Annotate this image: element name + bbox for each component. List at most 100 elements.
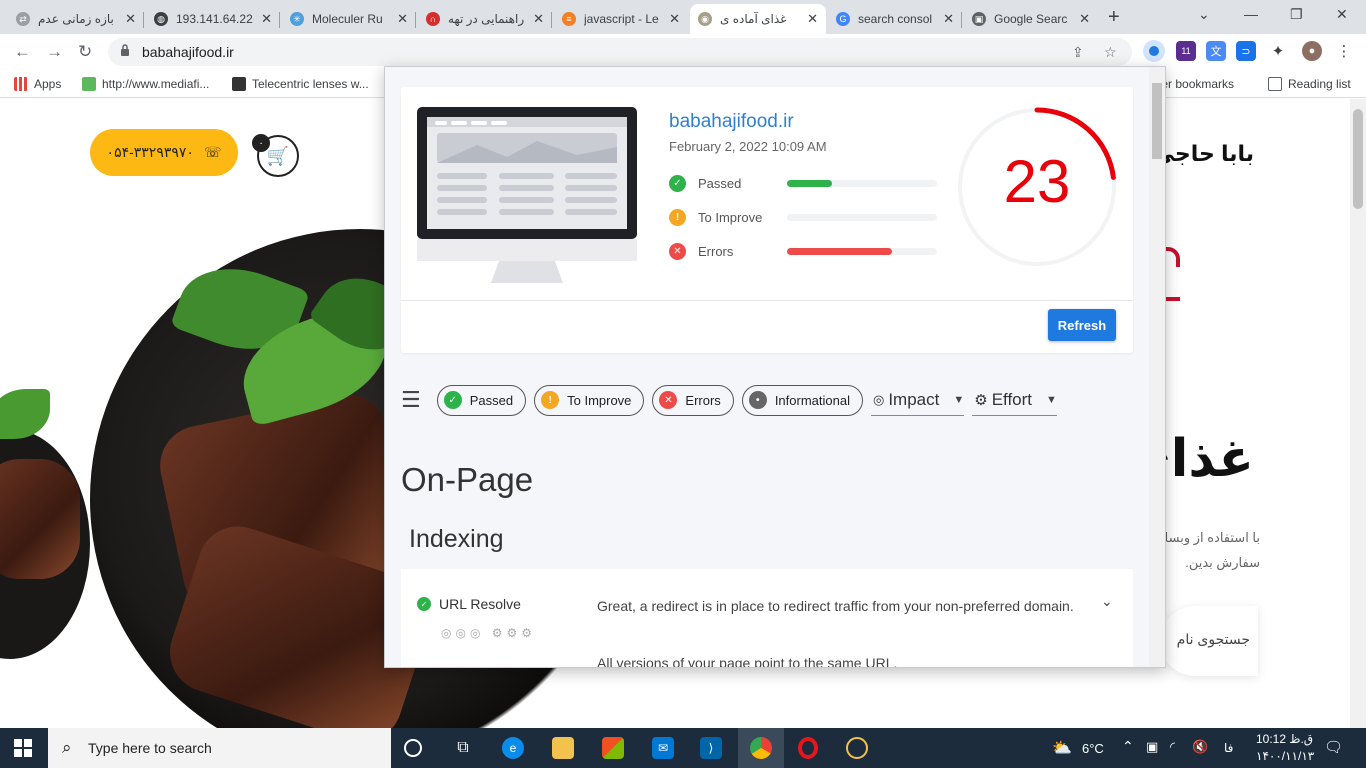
- close-tab-icon[interactable]: ✕: [669, 11, 680, 27]
- vpn-icon[interactable]: ⊃: [1236, 41, 1256, 61]
- impact-dropdown[interactable]: ◎ Impact ▼: [870, 385, 965, 416]
- page-scrollbar[interactable]: [1350, 99, 1366, 728]
- address-bar[interactable]: babahajifood.ir ⇪ ☆: [108, 38, 1132, 66]
- vscode-icon[interactable]: ⟩: [700, 737, 722, 759]
- bookmark-label: Telecentric lenses w...: [252, 77, 369, 91]
- popup-scrollbar[interactable]: [1149, 67, 1165, 667]
- forward-icon[interactable]: →: [46, 42, 63, 62]
- moleculer-icon: ✳: [290, 12, 304, 26]
- file-explorer-icon[interactable]: [552, 737, 574, 759]
- close-tab-icon[interactable]: ✕: [807, 11, 818, 27]
- chip-label: Errors: [685, 392, 721, 408]
- app-icon[interactable]: [846, 737, 868, 759]
- reading-list[interactable]: Reading list: [1268, 77, 1351, 91]
- weather-temp[interactable]: 6°C: [1082, 741, 1104, 756]
- close-tab-icon[interactable]: ✕: [1079, 11, 1090, 27]
- browser-tab[interactable]: ≡ javascript - Le ✕: [554, 4, 688, 34]
- warning-icon: !: [541, 391, 560, 409]
- volume-muted-icon[interactable]: 🔇: [1192, 739, 1208, 755]
- check-icon: ✓: [417, 597, 431, 611]
- chevron-down-icon[interactable]: ⌄: [1101, 593, 1113, 610]
- wifi-icon[interactable]: ◜: [1170, 739, 1175, 755]
- close-tab-icon[interactable]: ✕: [397, 11, 408, 27]
- browser-tab[interactable]: ✳ Moleculer Ru ✕: [282, 4, 416, 34]
- reading-list-label: Reading list: [1288, 77, 1351, 91]
- clock-date[interactable]: ۱۴۰۰/۱۱/۱۳: [1256, 749, 1314, 763]
- filter-icon[interactable]: ☰: [401, 387, 421, 413]
- extension-badge: 11: [1181, 46, 1191, 56]
- language-indicator[interactable]: فا: [1224, 741, 1233, 755]
- popup-scrollbar-thumb[interactable]: [1152, 83, 1162, 159]
- bookmark-apps[interactable]: Apps: [14, 77, 61, 91]
- scrollbar-thumb[interactable]: [1353, 109, 1363, 209]
- browser-tab-active[interactable]: ◉ غذای آماده ی ✕: [690, 4, 826, 34]
- reload-icon[interactable]: ↻: [78, 42, 92, 62]
- caret-down-icon: ▼: [1046, 393, 1057, 406]
- network-icon[interactable]: ▣: [1146, 739, 1158, 755]
- search-placeholder: جستجوی نام: [1176, 631, 1250, 647]
- tray-chevron-icon[interactable]: ⌃: [1122, 738, 1134, 755]
- chrome-icon[interactable]: [750, 737, 772, 759]
- notification-icon[interactable]: 🗨: [1324, 738, 1343, 756]
- tab-favicon-icon: ⇄: [16, 12, 30, 26]
- windows-start-icon[interactable]: [14, 739, 32, 757]
- effort-dropdown[interactable]: ⚙ Effort ▼: [972, 385, 1057, 416]
- impact-effort-icons: ◎◎◎ ⚙⚙⚙: [441, 626, 537, 640]
- bookmark-telecentric[interactable]: Telecentric lenses w...: [232, 77, 369, 91]
- tab-strip: ⇄ بازه زمانی عدم ✕ ◍ 193.141.64.22 ✕ ✳ Molecu…: [0, 0, 1366, 34]
- audit-item[interactable]: ✓ URL Resolve ◎◎◎ ⚙⚙⚙ Great, a redirect i…: [401, 569, 1133, 668]
- edge-icon[interactable]: e: [502, 737, 524, 759]
- report-site-name[interactable]: babahajifood.ir: [669, 111, 794, 133]
- browser-tab[interactable]: ⇄ بازه زمانی عدم ✕: [8, 4, 144, 34]
- translate-icon[interactable]: 文: [1206, 41, 1226, 61]
- cortana-icon[interactable]: [404, 739, 422, 757]
- stat-passed: ✓ Passed: [669, 174, 741, 192]
- bookmark-mediafire[interactable]: http://www.mediafi...: [82, 77, 209, 91]
- menu-kebab-icon[interactable]: ⋮: [1334, 41, 1354, 61]
- phone-button[interactable]: ۰۵۴-۳۳۲۹۳۹۷۰ ☏: [90, 129, 238, 176]
- info-icon: •: [748, 391, 767, 409]
- cart-icon: 🛒: [266, 145, 290, 166]
- close-window-icon[interactable]: ✕: [1336, 6, 1348, 23]
- taskbar-search-input[interactable]: ⌕ Type here to search: [48, 728, 391, 768]
- bookmark-label: Apps: [34, 77, 62, 91]
- close-tab-icon[interactable]: ✕: [261, 11, 272, 27]
- filter-chip-passed[interactable]: ✓ Passed: [436, 384, 527, 416]
- food-search-input[interactable]: جستجوی نام: [1160, 606, 1258, 676]
- warning-icon: !: [669, 208, 686, 226]
- browser-tab[interactable]: ◍ 193.141.64.22 ✕: [146, 4, 280, 34]
- mail-icon[interactable]: ✉: [652, 737, 674, 759]
- tab-search-icon[interactable]: ⌄: [1198, 6, 1210, 23]
- close-tab-icon[interactable]: ✕: [125, 11, 136, 27]
- extensions-puzzle-icon[interactable]: ✦: [1268, 41, 1288, 61]
- hero-description-line-1: با استفاده از وبسا: [1164, 530, 1260, 545]
- task-view-icon[interactable]: ⧉: [452, 737, 474, 759]
- refresh-button[interactable]: Refresh: [1048, 309, 1116, 341]
- browser-tab[interactable]: ∩ راهنمایی در تهه ✕: [418, 4, 552, 34]
- search-placeholder: Type here to search: [88, 740, 212, 756]
- store-icon[interactable]: [602, 737, 624, 759]
- extension-badge-icon[interactable]: 11: [1176, 41, 1196, 61]
- maximize-icon[interactable]: ❐: [1290, 6, 1303, 23]
- profile-avatar[interactable]: ●: [1302, 41, 1322, 61]
- back-icon[interactable]: ←: [14, 42, 31, 62]
- minimize-icon[interactable]: —: [1244, 6, 1258, 22]
- filter-chip-to-improve[interactable]: ! To Improve: [534, 384, 645, 416]
- share-icon[interactable]: ⇪: [1072, 44, 1084, 61]
- audit-item-description-2: All versions of your page point to the s…: [597, 655, 898, 668]
- close-tab-icon[interactable]: ✕: [533, 11, 544, 27]
- opera-icon[interactable]: [798, 737, 818, 759]
- bookmark-star-icon[interactable]: ☆: [1104, 44, 1117, 61]
- filter-chip-informational[interactable]: • Informational: [741, 384, 863, 416]
- clock-time[interactable]: 10:12 ق.ظ: [1256, 732, 1313, 746]
- hero-description-line-2: سفارش بدین.: [1185, 555, 1260, 570]
- seo-extension-icon[interactable]: [1143, 40, 1165, 62]
- stat-label: To Improve: [698, 209, 763, 225]
- new-tab-button[interactable]: +: [1108, 6, 1120, 29]
- site-icon: [232, 77, 246, 91]
- close-tab-icon[interactable]: ✕: [943, 11, 954, 27]
- filter-chip-errors[interactable]: ✕ Errors: [652, 384, 734, 416]
- browser-tab[interactable]: ▣ Google Searc ✕: [964, 4, 1098, 34]
- steak-image: [0, 459, 80, 579]
- browser-tab[interactable]: Gsearch consol ✕: [828, 4, 962, 34]
